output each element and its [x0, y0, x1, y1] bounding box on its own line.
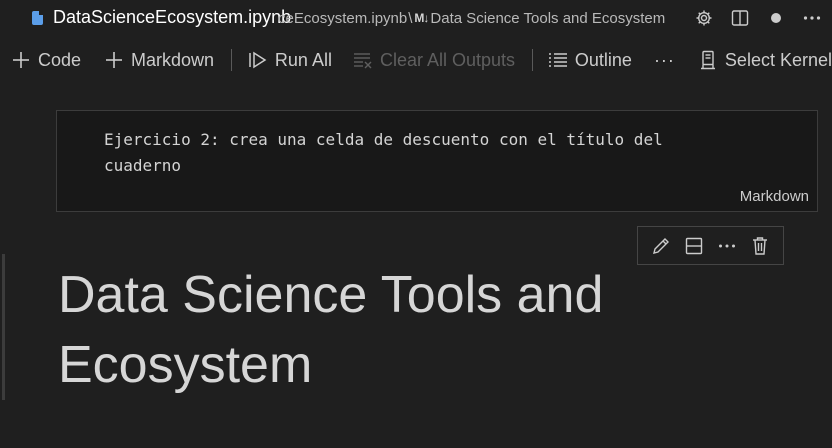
- plus-icon: [10, 49, 32, 71]
- add-markdown-label: Markdown: [131, 49, 215, 70]
- toolbar-divider: [231, 49, 232, 71]
- markdown-cell-editor[interactable]: Ejercicio 2: crea una celda de descuento…: [56, 110, 818, 212]
- run-all-label: Run All: [274, 49, 332, 70]
- plus-icon: [103, 49, 125, 71]
- more-icon[interactable]: [802, 8, 822, 28]
- tab-title: DataScienceEcosystem.ipynb: [53, 7, 292, 27]
- outline-list-icon: [547, 49, 569, 71]
- rendered-markdown-heading: Data Science Tools and Ecosystem: [58, 260, 678, 400]
- select-kernel-button[interactable]: Select Kernel: [697, 45, 832, 75]
- add-markdown-cell-button[interactable]: Markdown: [103, 45, 214, 75]
- unsaved-dot-icon[interactable]: [766, 8, 786, 28]
- add-code-cell-button[interactable]: Code: [10, 45, 81, 75]
- heading-line: Ecosystem: [58, 336, 313, 394]
- editor-tab[interactable]: DataScienceEcosystem.ipynb: [0, 0, 291, 36]
- more-icon[interactable]: [715, 234, 739, 258]
- toolbar-divider: [532, 49, 533, 71]
- cell-focus-indicator: [2, 254, 5, 400]
- toolbar-more-button[interactable]: ···: [654, 45, 675, 75]
- breadcrumb-file[interactable]: ceEcosystem.ipynb: [278, 10, 407, 27]
- markdown-cell-source[interactable]: Ejercicio 2: crea una celda de descuento…: [104, 127, 744, 179]
- run-all-icon: [247, 49, 269, 71]
- clear-all-outputs-button[interactable]: Clear All Outputs: [352, 45, 515, 75]
- edit-pencil-icon[interactable]: [649, 234, 673, 258]
- notebook-toolbar: Code Markdown Run All Clear All Outputs …: [0, 40, 832, 80]
- breadcrumb-section[interactable]: Data Science Tools and Ecosystem: [430, 10, 665, 27]
- run-all-button[interactable]: Run All: [247, 45, 332, 75]
- outline-label: Outline: [574, 49, 632, 70]
- add-code-label: Code: [38, 49, 82, 70]
- clear-all-outputs-label: Clear All Outputs: [379, 49, 516, 70]
- gear-icon[interactable]: [694, 8, 714, 28]
- title-actions: [694, 0, 822, 36]
- source-line: cuaderno: [104, 156, 182, 175]
- clear-all-icon: [352, 49, 374, 71]
- breadcrumb: ceEcosystem.ipynb \ M↓ Data Science Tool…: [278, 9, 686, 27]
- split-editor-icon[interactable]: [730, 8, 750, 28]
- more-icon: ···: [653, 49, 675, 70]
- title-bar: DataScienceEcosystem.ipynb ceEcosystem.i…: [0, 0, 832, 36]
- kernel-icon: [697, 49, 719, 71]
- cell-language-indicator[interactable]: Markdown: [740, 188, 809, 205]
- markdown-section-icon: M↓: [414, 11, 429, 25]
- heading-line: Data Science Tools and: [58, 266, 604, 324]
- delete-trash-icon[interactable]: [748, 234, 772, 258]
- notebook-file-icon: [32, 11, 43, 25]
- breadcrumb-separator: \: [408, 9, 413, 27]
- select-kernel-label: Select Kernel: [724, 49, 832, 70]
- split-cell-icon[interactable]: [682, 234, 706, 258]
- outline-button[interactable]: Outline: [547, 45, 632, 75]
- source-line: Ejercicio 2: crea una celda de descuento…: [104, 130, 663, 149]
